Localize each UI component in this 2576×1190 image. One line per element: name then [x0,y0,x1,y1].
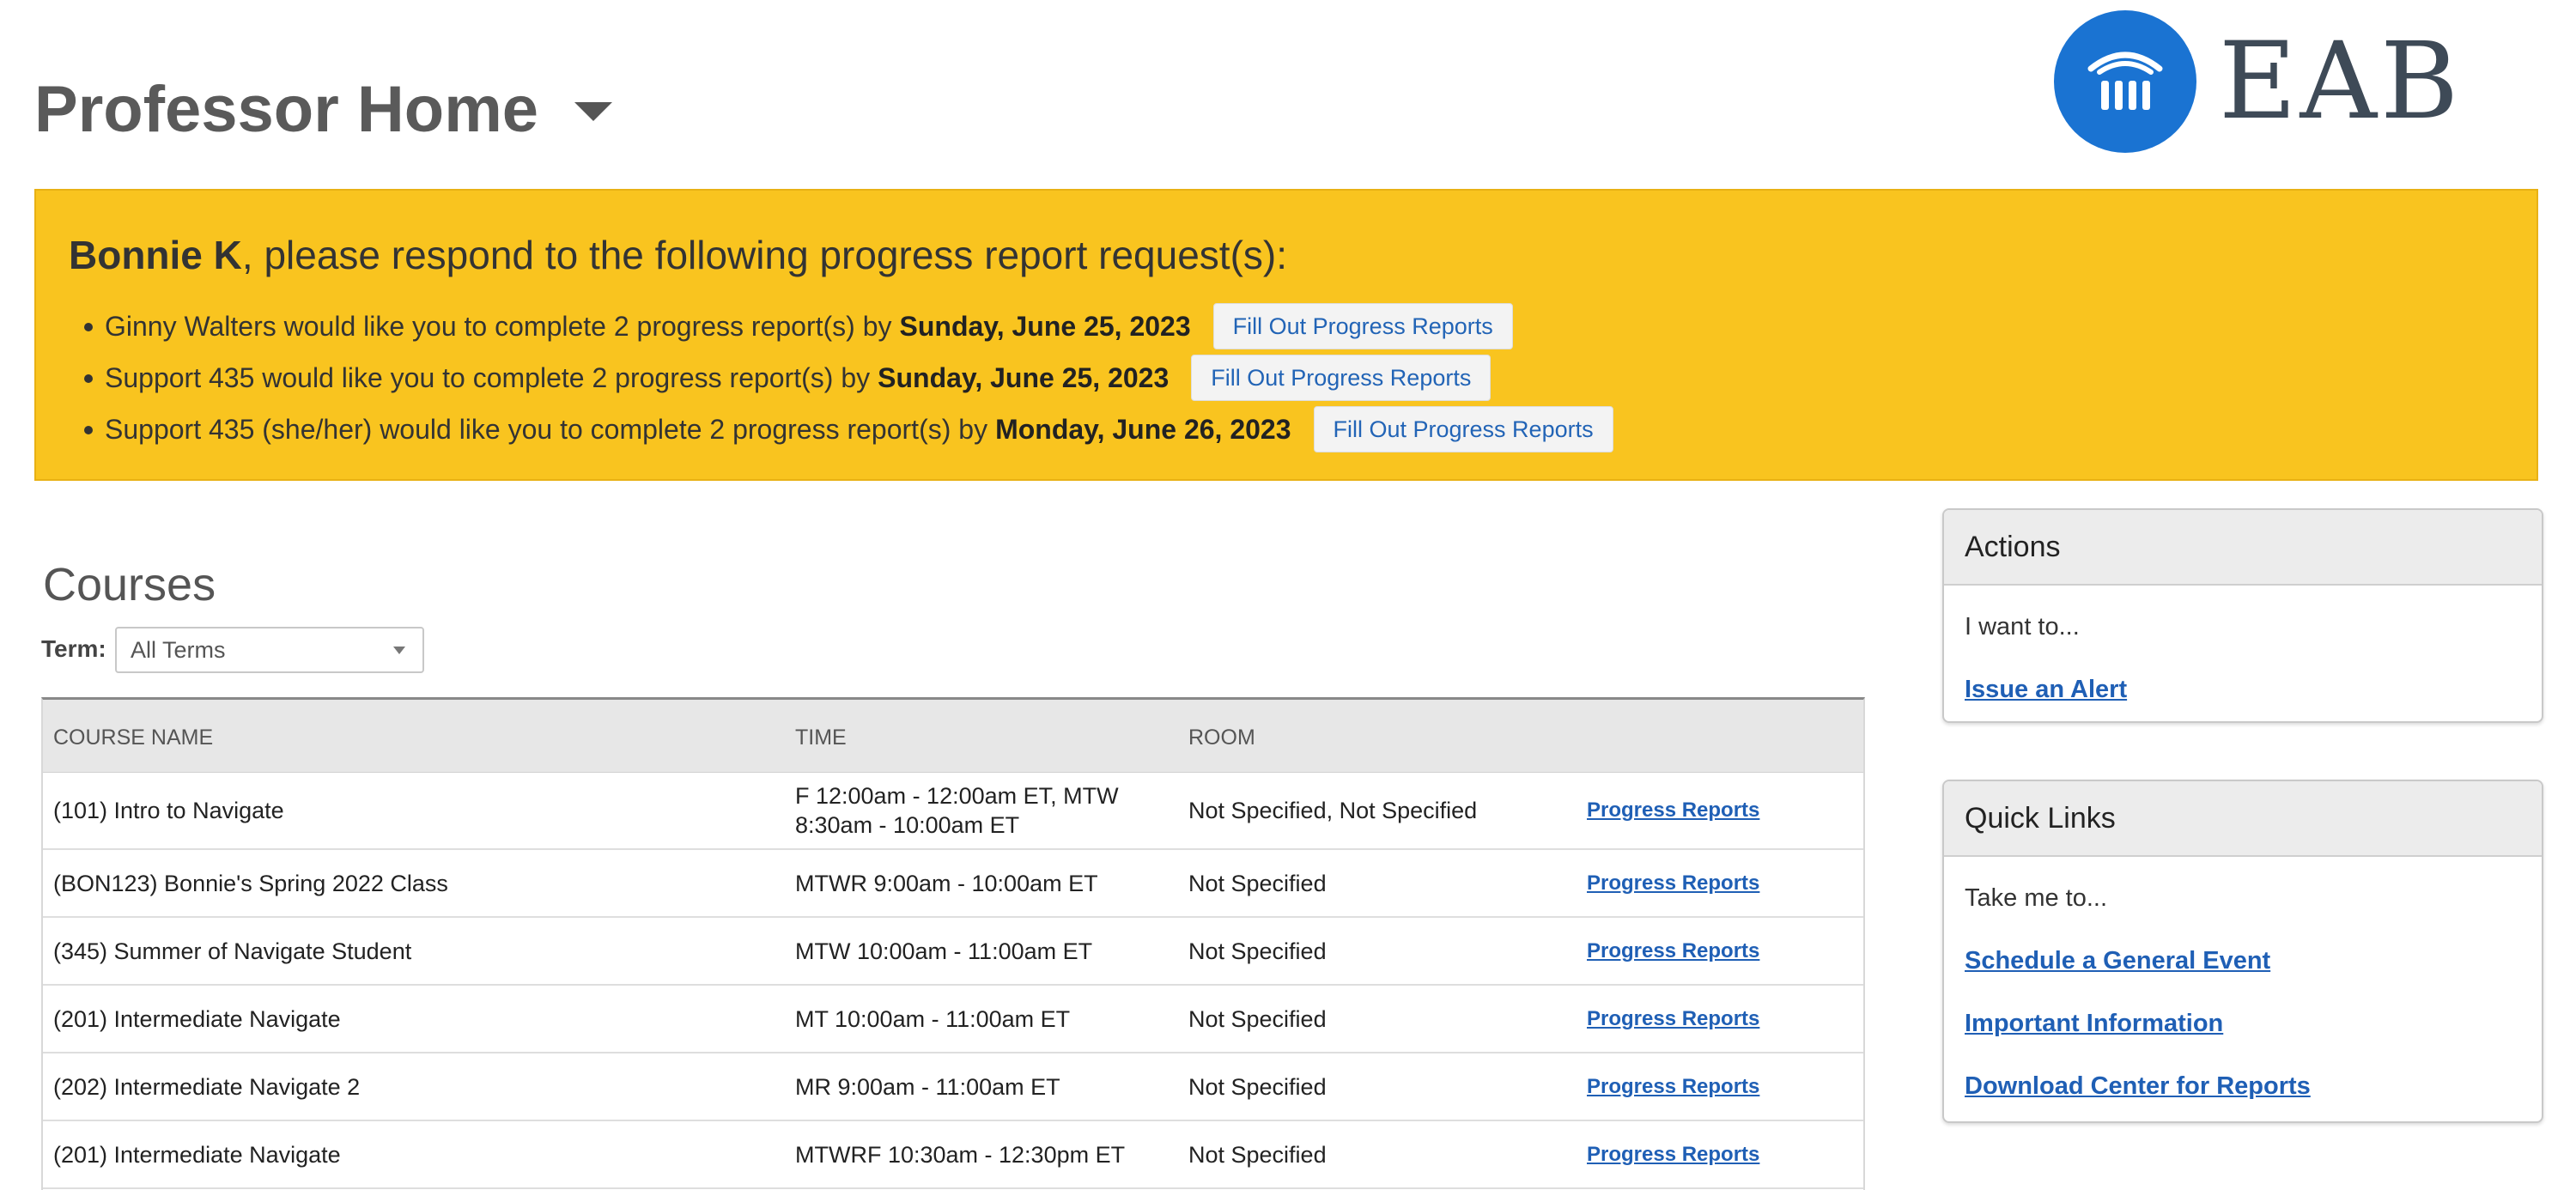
actions-panel: Actions I want to... Issue an Alert [1942,508,2543,723]
issue-alert-link[interactable]: Issue an Alert [1965,676,2521,704]
progress-reports-link[interactable]: Progress Reports [1587,798,1759,823]
table-row: (202) Intermediate Navigate 2 MR 9:00am … [43,1053,1863,1121]
page-title: Professor Home [34,73,539,146]
request-text: Support 435 would like you to complete 2… [105,361,871,393]
logo-text: EAB [2219,20,2463,143]
course-time: F 12:00am - 12:00am ET, MTW 8:30am - 10:… [795,783,1119,838]
course-time: MTWR 9:00am - 10:00am ET [795,871,1098,896]
eab-logo: EAB [2054,10,2462,153]
progress-reports-link[interactable]: Progress Reports [1587,871,1759,896]
course-time: MR 9:00am - 11:00am ET [795,1074,1060,1100]
course-room: Not Specified [1188,1006,1327,1032]
progress-reports-link[interactable]: Progress Reports [1587,1007,1759,1031]
page-title-menu[interactable]: Professor Home [34,72,613,147]
course-name: (202) Intermediate Navigate 2 [53,1074,361,1100]
course-name: (201) Intermediate Navigate [53,1006,341,1032]
column-header-time: TIME [795,726,847,750]
user-name: Bonnie K [69,233,242,277]
actions-panel-title: Actions [1944,510,2542,586]
course-name: (BON123) Bonnie's Spring 2022 Class [53,871,448,896]
table-row: (101) Intro to Navigate F 12:00am - 12:0… [43,773,1863,850]
request-date: Sunday, June 25, 2023 [878,361,1170,393]
course-room: Not Specified [1188,871,1327,896]
column-header-course-name: COURSE NAME [53,726,214,750]
banner-heading-text: , please respond to the following progre… [241,233,1287,277]
important-information-link[interactable]: Important Information [1965,1010,2521,1038]
fill-out-progress-reports-button[interactable]: Fill Out Progress Reports [1212,303,1513,349]
course-time: MT 10:00am - 11:00am ET [795,1006,1071,1032]
table-row: (201) Intermediate Navigate MT 10:00am -… [43,986,1863,1053]
request-text: Support 435 (she/her) would like you to … [105,413,988,445]
progress-report-banner: Bonnie K, please respond to the followin… [34,189,2538,481]
banner-heading: Bonnie K, please respond to the followin… [69,232,1287,278]
progress-reports-link[interactable]: Progress Reports [1587,1143,1759,1167]
request-item: Ginny Walters would like you to complete… [84,301,1613,352]
progress-reports-link[interactable]: Progress Reports [1587,1075,1759,1099]
course-time: MTWRF 10:30am - 12:30pm ET [795,1142,1126,1168]
course-room: Not Specified [1188,1142,1327,1168]
course-room: Not Specified [1188,938,1327,964]
institution-icon [2054,10,2196,153]
request-date: Sunday, June 25, 2023 [899,310,1191,342]
course-name: (201) Intermediate Navigate [53,1142,341,1168]
course-room: Not Specified, Not Specified [1188,798,1478,823]
quick-links-panel-title: Quick Links [1944,781,2542,857]
column-header-room: ROOM [1188,726,1255,750]
fill-out-progress-reports-button[interactable]: Fill Out Progress Reports [1191,355,1492,401]
course-room: Not Specified [1188,1074,1327,1100]
table-header: COURSE NAME TIME ROOM [43,700,1863,773]
term-select[interactable]: All Terms [115,627,424,673]
courses-heading: Courses [43,559,216,610]
request-item: Support 435 would like you to complete 2… [84,352,1613,404]
request-date: Monday, June 26, 2023 [995,413,1291,445]
request-list: Ginny Walters would like you to complete… [84,301,1613,455]
fill-out-progress-reports-button[interactable]: Fill Out Progress Reports [1313,406,1613,452]
quick-links-panel-body: Take me to... Schedule a General Event I… [1944,884,2542,1101]
courses-table: COURSE NAME TIME ROOM (101) Intro to Nav… [41,697,1865,1190]
caret-down-icon[interactable] [574,101,613,121]
quick-links-panel-subtitle: Take me to... [1965,884,2108,912]
quick-links-panel: Quick Links Take me to... Schedule a Gen… [1942,780,2543,1123]
actions-panel-subtitle: I want to... [1965,613,2080,641]
dropdown-arrow-icon [393,647,405,654]
request-text: Ginny Walters would like you to complete… [105,310,892,342]
term-label: Term: [41,635,106,662]
schedule-general-event-link[interactable]: Schedule a General Event [1965,947,2521,975]
progress-reports-link[interactable]: Progress Reports [1587,939,1759,963]
course-time: MTW 10:00am - 11:00am ET [795,938,1093,964]
actions-panel-body: I want to... Issue an Alert [1944,613,2542,704]
request-item: Support 435 (she/her) would like you to … [84,404,1613,455]
download-center-link[interactable]: Download Center for Reports [1965,1072,2521,1101]
course-name: (345) Summer of Navigate Student [53,938,412,964]
course-name: (101) Intro to Navigate [53,798,284,823]
table-row: (345) Summer of Navigate Student MTW 10:… [43,918,1863,986]
term-select-value: All Terms [131,636,226,663]
table-row: (201) Intermediate Navigate MTWRF 10:30a… [43,1121,1863,1189]
table-row: (BON123) Bonnie's Spring 2022 Class MTWR… [43,850,1863,918]
